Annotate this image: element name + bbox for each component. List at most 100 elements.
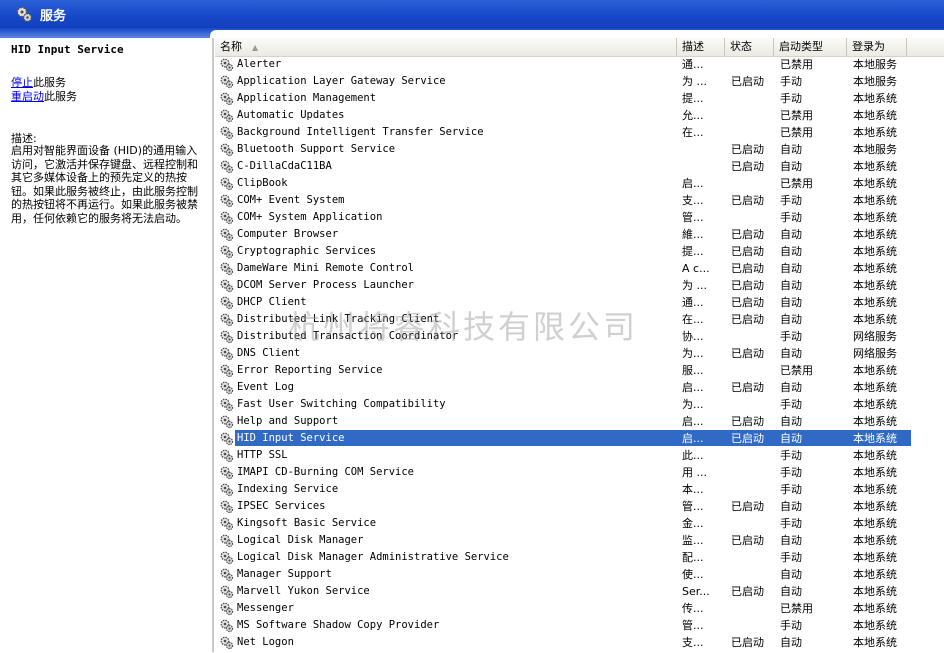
service-name: Logical Disk Manager Administrative Serv… bbox=[237, 551, 509, 563]
service-row[interactable]: Automatic Updates 允... 已禁用 本地系统 bbox=[215, 107, 944, 124]
service-gear-icon bbox=[219, 465, 234, 480]
service-row[interactable]: HTTP SSL 此... 手动 本地系统 bbox=[215, 447, 944, 464]
service-row[interactable]: IMAPI CD-Burning COM Service 用 ... 手动 本地系统 bbox=[215, 464, 944, 481]
service-log-on-as: 本地系统 bbox=[853, 466, 897, 479]
service-description: 为 ... bbox=[682, 75, 707, 88]
service-description: 在... bbox=[682, 126, 704, 139]
column-header-status[interactable]: 状态 bbox=[725, 38, 774, 56]
column-header-description[interactable]: 描述 bbox=[677, 38, 725, 56]
column-header-name[interactable]: 名称 ▲ bbox=[215, 38, 677, 56]
service-name: Automatic Updates bbox=[237, 109, 345, 121]
service-startup-type: 手动 bbox=[780, 619, 802, 632]
service-log-on-as: 本地系统 bbox=[853, 364, 897, 377]
service-gear-icon bbox=[219, 448, 234, 463]
service-row[interactable]: Event Log 启... 已启动 自动 本地系统 bbox=[215, 379, 944, 396]
service-description: 监... bbox=[682, 534, 704, 547]
service-description: 为 ... bbox=[682, 279, 707, 292]
service-row[interactable]: HID Input Service 启... 已启动 自动 本地系统 bbox=[215, 430, 944, 447]
service-log-on-as: 本地系统 bbox=[853, 262, 897, 275]
service-gear-icon bbox=[219, 125, 234, 140]
service-row[interactable]: Logical Disk Manager Administrative Serv… bbox=[215, 549, 944, 566]
services-list[interactable]: 名称 ▲ 描述 状态 启动类型 登录为 Alerter 通... 已禁用 本地服务 App… bbox=[215, 38, 944, 652]
column-header-status-label: 状态 bbox=[730, 40, 752, 53]
service-gear-icon bbox=[219, 533, 234, 548]
service-log-on-as: 本地系统 bbox=[853, 534, 897, 547]
service-gear-icon bbox=[219, 346, 234, 361]
service-log-on-as: 本地系统 bbox=[853, 228, 897, 241]
service-log-on-as: 本地系统 bbox=[853, 381, 897, 394]
selected-service-title: HID Input Service bbox=[11, 43, 124, 56]
service-gear-icon bbox=[219, 380, 234, 395]
service-row[interactable]: Computer Browser 維... 已启动 自动 本地系统 bbox=[215, 226, 944, 243]
service-row[interactable]: Marvell Yukon Service Ser... 已启动 自动 本地系统 bbox=[215, 583, 944, 600]
service-row[interactable]: Alerter 通... 已禁用 本地服务 bbox=[215, 56, 944, 73]
service-gear-icon bbox=[219, 244, 234, 259]
service-row[interactable]: Application Layer Gateway Service 为 ... 已启… bbox=[215, 73, 944, 90]
service-row[interactable]: Bluetooth Support Service 已启动 自动 本地服务 bbox=[215, 141, 944, 158]
service-name: Distributed Link Tracking Client bbox=[237, 313, 440, 325]
service-status: 已启动 bbox=[731, 415, 764, 428]
service-description: 允... bbox=[682, 109, 704, 122]
service-status: 已启动 bbox=[731, 279, 764, 292]
service-row[interactable]: IPSEC Services 管... 已启动 自动 本地系统 bbox=[215, 498, 944, 515]
service-log-on-as: 本地系统 bbox=[853, 636, 897, 649]
service-row[interactable]: Kingsoft Basic Service 金... 手动 本地系统 bbox=[215, 515, 944, 532]
service-log-on-as: 本地系统 bbox=[853, 483, 897, 496]
service-name: C-DillaCdaC11BA bbox=[237, 160, 332, 172]
service-row[interactable]: Fast User Switching Compatibility 为... 手动 本… bbox=[215, 396, 944, 413]
service-row[interactable]: Error Reporting Service 服... 已禁用 本地系统 bbox=[215, 362, 944, 379]
service-row[interactable]: DameWare Mini Remote Control A c... 已启动 自动 本… bbox=[215, 260, 944, 277]
service-row[interactable]: DNS Client 为... 已启动 自动 网络服务 bbox=[215, 345, 944, 362]
service-status bbox=[731, 397, 779, 412]
service-name: Bluetooth Support Service bbox=[237, 143, 396, 155]
service-row[interactable]: Application Management 提... 手动 本地系统 bbox=[215, 90, 944, 107]
service-row[interactable]: Distributed Transaction Coordinator 协... 手… bbox=[215, 328, 944, 345]
service-row[interactable]: Logical Disk Manager 监... 已启动 自动 本地系统 bbox=[215, 532, 944, 549]
service-description: 金... bbox=[682, 517, 704, 530]
service-gear-icon bbox=[219, 261, 234, 276]
service-row[interactable]: Manager Support 使... 自动 本地系统 bbox=[215, 566, 944, 583]
service-row[interactable]: Indexing Service 本... 手动 本地系统 bbox=[215, 481, 944, 498]
service-row[interactable]: Help and Support 启... 已启动 自动 本地系统 bbox=[215, 413, 944, 430]
service-row[interactable]: Net Logon 支... 已启动 自动 本地系统 bbox=[215, 634, 944, 651]
service-row[interactable]: COM+ System Application 管... 手动 本地系统 bbox=[215, 209, 944, 226]
service-row[interactable]: COM+ Event System 支... 已启动 手动 本地系统 bbox=[215, 192, 944, 209]
restart-service-link[interactable]: 重启动 bbox=[11, 90, 44, 103]
service-row[interactable]: Distributed Link Tracking Client 在... 已启动 自… bbox=[215, 311, 944, 328]
service-description: 使... bbox=[682, 568, 704, 581]
service-description bbox=[682, 142, 730, 157]
column-header-log-on-as[interactable]: 登录为 bbox=[847, 38, 907, 56]
service-row[interactable]: DCOM Server Process Launcher 为 ... 已启动 自动 本地… bbox=[215, 277, 944, 294]
service-description: 通... bbox=[682, 296, 704, 309]
services-gear-icon bbox=[16, 6, 32, 22]
service-description: 維... bbox=[682, 228, 704, 241]
service-gear-icon bbox=[219, 329, 234, 344]
service-name: Background Intelligent Transfer Service bbox=[237, 126, 484, 138]
service-name: IMAPI CD-Burning COM Service bbox=[237, 466, 415, 478]
service-log-on-as: 本地系统 bbox=[853, 500, 897, 513]
service-name: Manager Support bbox=[237, 568, 332, 580]
service-name: HID Input Service bbox=[237, 432, 345, 444]
service-startup-type: 手动 bbox=[780, 517, 802, 530]
service-row[interactable]: MS Software Shadow Copy Provider 管... 手动 本地… bbox=[215, 617, 944, 634]
service-row[interactable]: ClipBook 启... 已禁用 本地系统 bbox=[215, 175, 944, 192]
service-status: 已启动 bbox=[731, 432, 764, 445]
service-startup-type: 自动 bbox=[780, 534, 802, 547]
service-row[interactable]: C-DillaCdaC11BA 已启动 自动 本地系统 bbox=[215, 158, 944, 175]
service-row[interactable]: Messenger 传... 已禁用 本地系统 bbox=[215, 600, 944, 617]
service-log-on-as: 本地系统 bbox=[853, 551, 897, 564]
column-header-startup-type[interactable]: 启动类型 bbox=[774, 38, 847, 56]
service-row[interactable]: DHCP Client 通... 已启动 自动 本地系统 bbox=[215, 294, 944, 311]
service-status: 已启动 bbox=[731, 585, 764, 598]
service-startup-type: 自动 bbox=[780, 381, 802, 394]
service-log-on-as: 网络服务 bbox=[853, 330, 897, 343]
service-status bbox=[731, 465, 779, 480]
service-row[interactable]: Background Intelligent Transfer Service 在… bbox=[215, 124, 944, 141]
pane-splitter[interactable] bbox=[212, 38, 214, 652]
service-startup-type: 自动 bbox=[780, 432, 802, 445]
service-status: 已启动 bbox=[731, 143, 764, 156]
service-status: 已启动 bbox=[731, 381, 764, 394]
service-row[interactable]: Cryptographic Services 提... 已启动 自动 本地系统 bbox=[215, 243, 944, 260]
service-name: Computer Browser bbox=[237, 228, 339, 240]
service-startup-type: 自动 bbox=[780, 143, 802, 156]
